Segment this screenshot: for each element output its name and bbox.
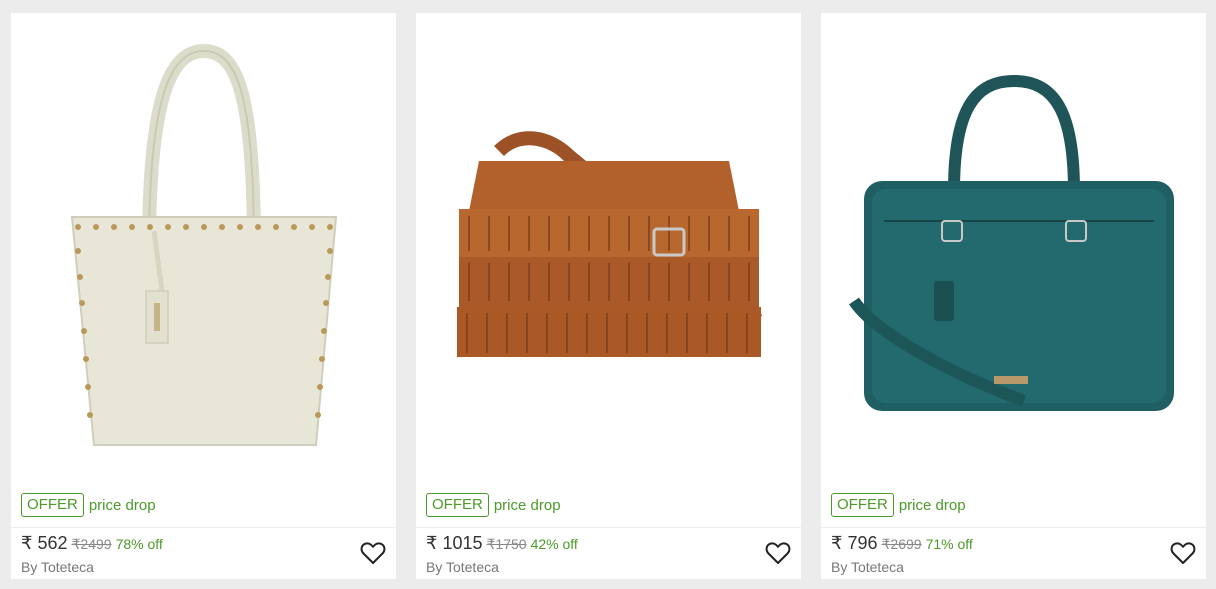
price: ₹ 796 [831,533,878,553]
product-image[interactable] [11,13,396,489]
discount: 78% off [115,536,163,552]
offer-row: OFFER price drop [426,493,561,517]
original-price: ₹2499 [71,536,112,552]
offer-badge: OFFER [426,493,489,517]
original-price: ₹1750 [486,536,527,552]
brand-name: By Toteteca [831,559,904,575]
discount: 42% off [530,536,578,552]
white-studded-tote-bag-image [70,43,337,446]
tan-fringe-sling-bag-image [456,131,763,357]
teal-laptop-bag-image [848,74,1174,411]
discount: 71% off [925,536,973,552]
price-row: ₹ 796 ₹2699 71% off [831,533,973,554]
product-card[interactable]: OFFER price drop ₹ 1015 ₹1750 42% off By… [416,13,801,579]
product-image[interactable] [821,13,1206,489]
brand-name: By Toteteca [426,559,499,575]
offer-row: OFFER price drop [831,493,966,517]
offer-badge: OFFER [21,493,84,517]
price-row: ₹ 1015 ₹1750 42% off [426,533,578,554]
offer-text: price drop [88,496,156,514]
price: ₹ 562 [21,533,68,553]
heart-outline-icon[interactable] [765,541,791,565]
offer-badge: OFFER [831,493,894,517]
offer-text: price drop [898,496,966,514]
offer-row: OFFER price drop [21,493,156,517]
brand-name: By Toteteca [21,559,94,575]
original-price: ₹2699 [881,536,922,552]
divider [821,527,1206,528]
divider [11,527,396,528]
product-card[interactable]: OFFER price drop ₹ 796 ₹2699 71% off By … [821,13,1206,579]
offer-text: price drop [493,496,561,514]
product-grid: OFFER price drop ₹ 562 ₹2499 78% off By … [11,13,1206,579]
divider [416,527,801,528]
price-row: ₹ 562 ₹2499 78% off [21,533,163,554]
price: ₹ 1015 [426,533,483,553]
product-image[interactable] [416,13,801,489]
product-card[interactable]: OFFER price drop ₹ 562 ₹2499 78% off By … [11,13,396,579]
heart-outline-icon[interactable] [360,541,386,565]
heart-outline-icon[interactable] [1170,541,1196,565]
